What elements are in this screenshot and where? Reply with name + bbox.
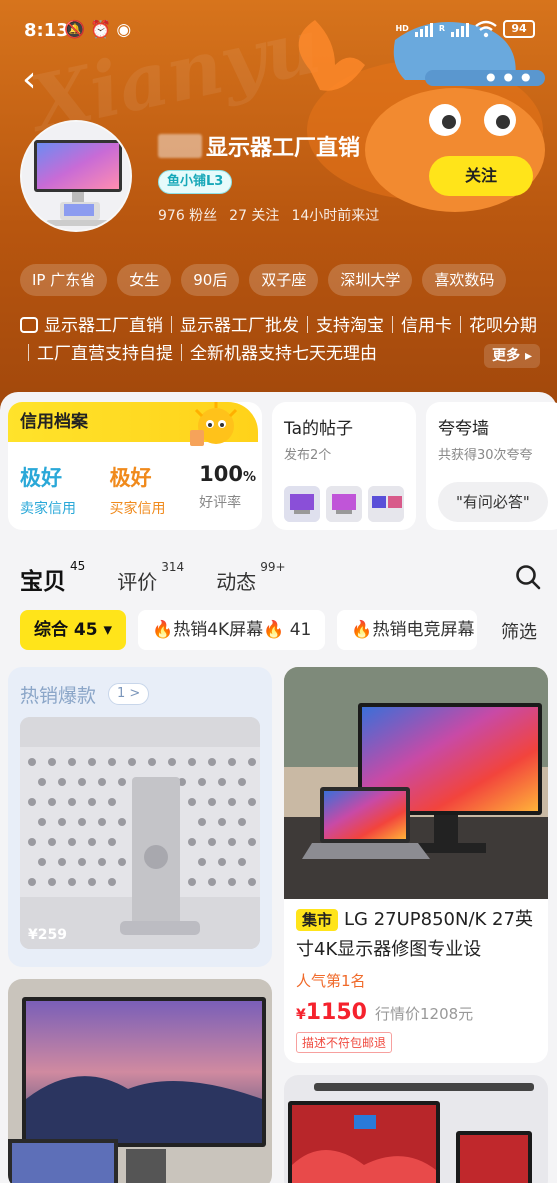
post-thumbnails: [284, 486, 404, 522]
positive-rate: 100% 好评率: [199, 462, 256, 518]
sun-mascot-icon: [190, 402, 238, 446]
tag-interest: 喜欢数码: [422, 264, 507, 296]
post-thumbnail: [326, 486, 362, 522]
following-count[interactable]: 27 关注: [229, 205, 279, 225]
shop-header: Xianyu 8:13 🔕 ⏰ ◉ HD R 94 ‹ ••• 显示器工厂直销 …: [0, 0, 557, 410]
content-tabs: 宝贝45 评价314 动态99+: [20, 559, 286, 598]
tag-school: 深圳大学: [328, 264, 413, 296]
hot-items-title: 热销爆款: [20, 685, 97, 707]
product-price: ¥1150: [296, 1000, 367, 1025]
filter-chips: 综合 45 ▾ 🔥热销4K屏幕🔥 41 🔥热销电竞屏幕: [20, 610, 478, 650]
chip-hot-4k[interactable]: 🔥热销4K屏幕🔥 41: [138, 610, 326, 650]
praise-tag: "有问必答": [438, 482, 548, 522]
follow-button[interactable]: 关注: [429, 156, 533, 196]
back-arrow-icon[interactable]: ‹: [22, 60, 36, 100]
buyer-credit-label: 买家信用: [109, 501, 166, 517]
shop-name: 显示器工厂直销: [158, 130, 360, 162]
battery-icon: 94: [503, 20, 535, 38]
tag-ip: IP 广东省: [20, 264, 108, 296]
positive-rate-label: 好评率: [199, 495, 242, 511]
shop-avatar[interactable]: [20, 120, 132, 232]
shop-level-badge[interactable]: 鱼小铺L3: [158, 170, 233, 194]
tag-gender: 女生: [117, 264, 172, 296]
praise-wall-subtitle: 共获得30次夸夸: [438, 448, 533, 463]
clock: 8:13: [24, 20, 69, 41]
return-policy-badge: 描述不符包邮退: [296, 1032, 393, 1053]
profile-tags: IP 广东省 女生 90后 双子座 深圳大学 喜欢数码: [20, 264, 507, 296]
posts-subtitle: 发布2个: [284, 448, 332, 463]
filter-button[interactable]: 筛选: [501, 618, 537, 644]
product-image[interactable]: [284, 1075, 548, 1183]
product-title: 集市 LG 27UP850N/K 27英寸4K显示器修图专业设: [296, 905, 536, 965]
app-notification-icon: ◉: [116, 20, 132, 40]
tab-items[interactable]: 宝贝45: [20, 559, 85, 598]
positive-rate-value: 100: [199, 462, 243, 486]
product-image[interactable]: [8, 979, 272, 1183]
product-card[interactable]: [284, 1075, 548, 1183]
tag-age: 90后: [181, 264, 240, 296]
market-tag: 集市: [296, 909, 339, 931]
buyer-credit: 极好 买家信用: [110, 462, 166, 518]
sort-dropdown[interactable]: 综合 45 ▾: [20, 610, 127, 650]
redacted-name-prefix: [158, 134, 202, 158]
shop-name-text: 显示器工厂直销: [206, 136, 361, 161]
price-row: ¥1150 行情价1208元: [296, 1000, 473, 1025]
shop-icon: [20, 317, 38, 333]
hot-items-card[interactable]: 热销爆款 1 > ¥259: [8, 667, 272, 967]
wifi-icon: [475, 20, 497, 38]
bio-more-link[interactable]: 更多 ▸: [484, 344, 540, 368]
tab-moments[interactable]: 动态99+: [216, 560, 285, 595]
tag-zodiac: 双子座: [249, 264, 319, 296]
tab-reviews[interactable]: 评价314: [117, 560, 184, 595]
signal-bars-icon: [414, 21, 433, 37]
signal-bars-2-icon: [451, 21, 469, 37]
seller-credit: 极好 卖家信用: [20, 462, 76, 518]
seller-credit-label: 卖家信用: [20, 501, 76, 517]
popularity-rank: 人气第1名: [296, 972, 366, 990]
post-thumbnail: [368, 486, 404, 522]
product-image[interactable]: [284, 667, 548, 899]
seller-credit-value: 极好: [20, 466, 62, 490]
search-icon[interactable]: [515, 564, 541, 590]
posts-card[interactable]: Ta的帖子 发布2个: [272, 402, 416, 530]
product-card[interactable]: [8, 979, 272, 1183]
post-thumbnail: [284, 486, 320, 522]
alarm-icon: ⏰: [90, 20, 112, 40]
last-seen: 14小时前来过: [291, 208, 380, 224]
hot-items-count[interactable]: 1 >: [108, 683, 150, 705]
product-card[interactable]: 集市 LG 27UP850N/K 27英寸4K显示器修图专业设 人气第1名 ¥11…: [284, 667, 548, 1063]
credit-card[interactable]: 信用档案 极好 卖家信用 极好 买家信用 100% 好评率: [8, 402, 262, 530]
bio-text: 显示器工厂直销｜显示器工厂批发｜支持淘宝｜信用卡｜花呗分期｜工厂直营支持自提｜全…: [20, 316, 537, 364]
praise-wall-title: 夸夸墙: [438, 419, 489, 439]
content-panel: 信用档案 极好 卖家信用 极好 买家信用 100% 好评率 Ta的帖子 发布2个…: [0, 392, 557, 1183]
posts-title: Ta的帖子: [284, 419, 353, 439]
praise-wall-card[interactable]: 夸夸墙 共获得30次夸夸 "有问必答": [426, 402, 557, 530]
mute-bell-icon: 🔕: [64, 20, 86, 40]
status-bar: 8:13 🔕 ⏰ ◉ HD R 94: [0, 0, 557, 64]
hot-item-price: ¥259: [28, 927, 67, 943]
chip-hot-gaming[interactable]: 🔥热销电竞屏幕: [337, 610, 478, 650]
hd-label: HD: [395, 24, 409, 33]
shop-stats: 976 粉丝 27 关注 14小时前来过: [158, 205, 379, 225]
product-image[interactable]: ¥259: [20, 717, 260, 949]
buyer-credit-value: 极好: [109, 466, 152, 490]
positive-rate-unit: %: [242, 470, 256, 485]
shop-bio[interactable]: 显示器工厂直销｜显示器工厂批发｜支持淘宝｜信用卡｜花呗分期｜工厂直营支持自提｜全…: [20, 312, 540, 368]
roaming-label: R: [438, 24, 445, 33]
more-options-icon[interactable]: •••: [482, 62, 535, 95]
reference-price: 行情价1208元: [374, 1005, 474, 1023]
fans-count[interactable]: 976 粉丝: [158, 205, 217, 225]
